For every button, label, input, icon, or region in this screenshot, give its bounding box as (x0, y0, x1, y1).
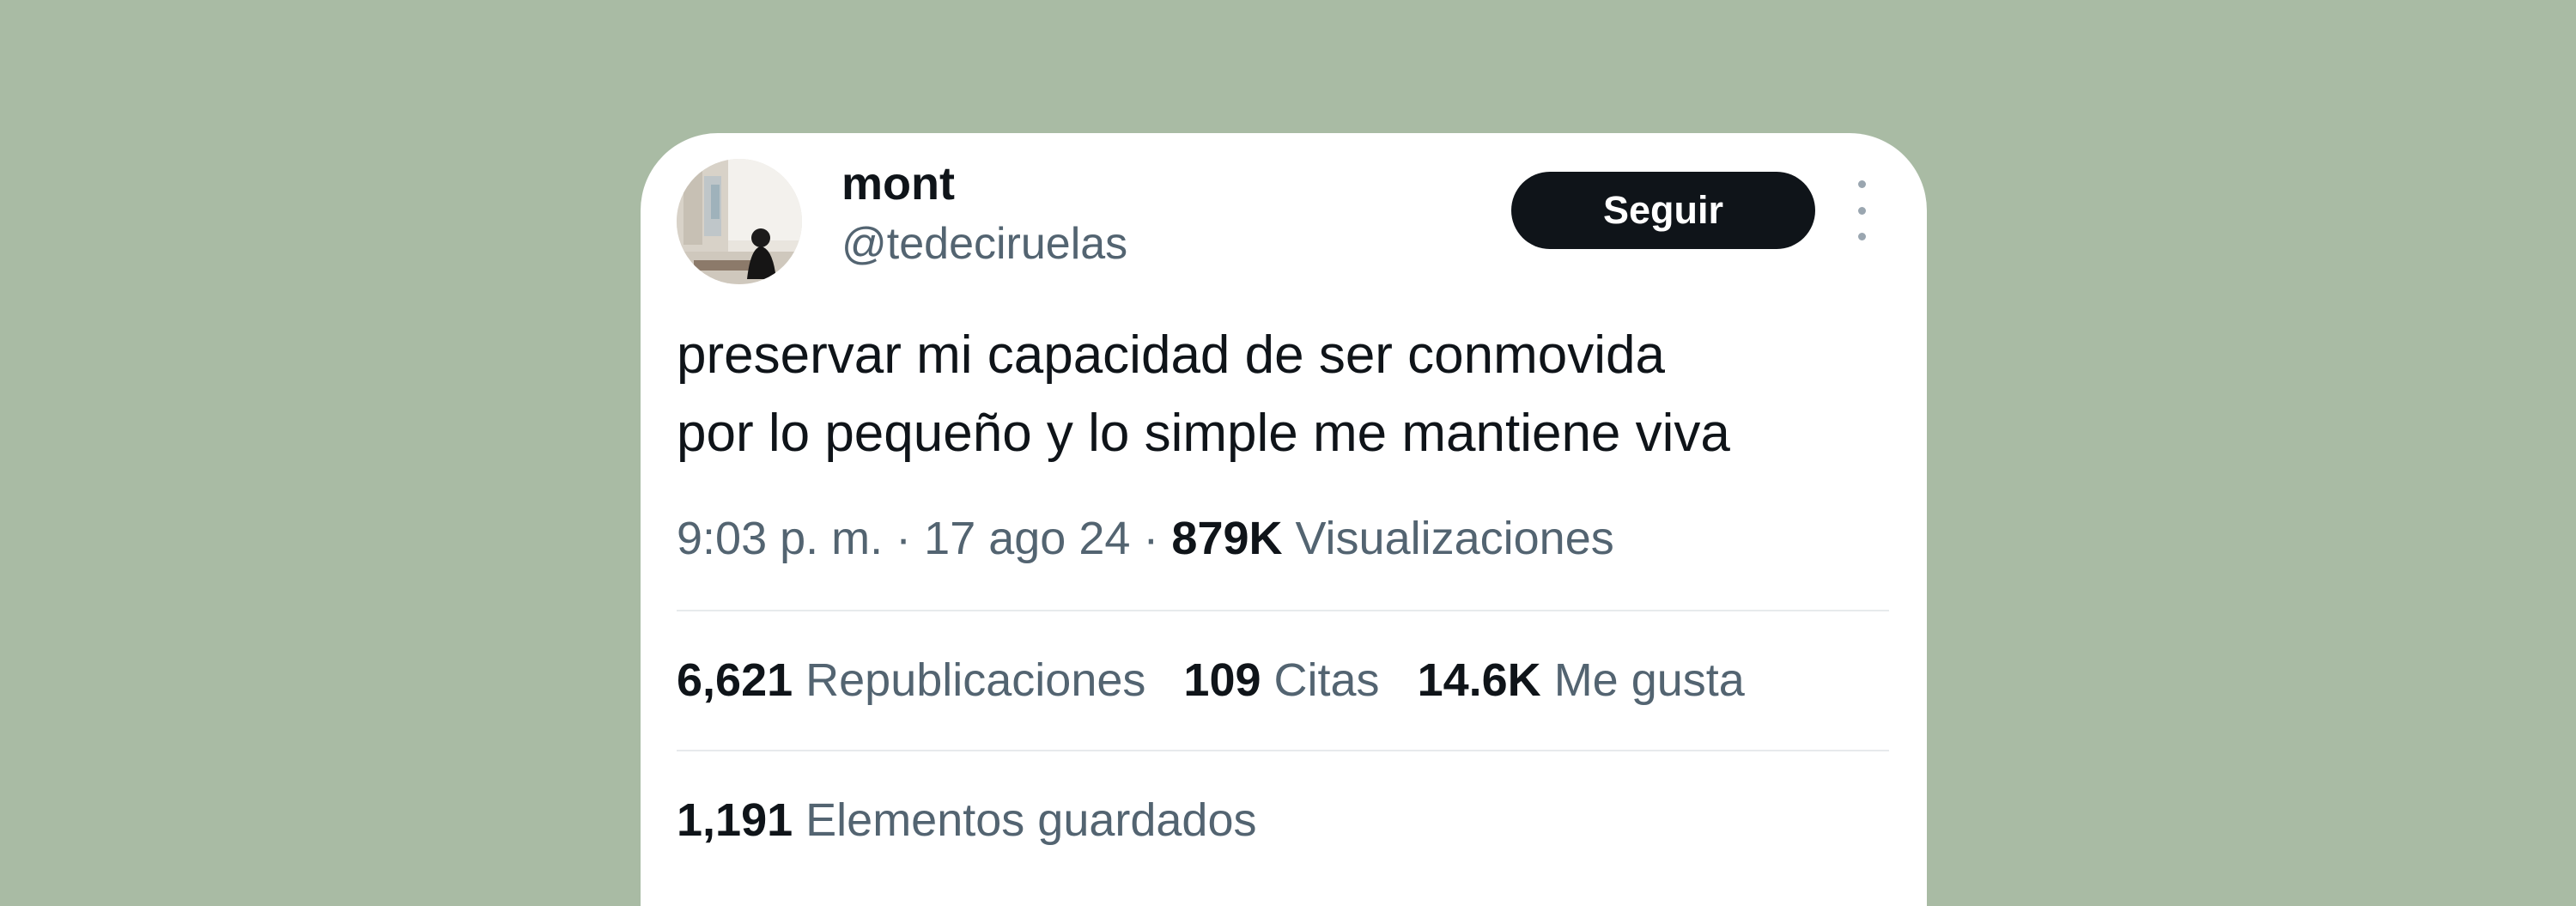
more-dot (1857, 233, 1866, 240)
reposts-label: Republicaciones (805, 654, 1146, 706)
quotes-stat[interactable]: 109 Citas (1183, 653, 1379, 708)
tweet-date[interactable]: 17 ago 24 (924, 513, 1130, 564)
more-vertical-icon[interactable] (1851, 180, 1872, 240)
tweet-text: preservar mi capacidad de ser conmovida … (677, 316, 1896, 472)
meta-separator: · (1143, 513, 1159, 564)
divider (677, 610, 1889, 611)
views-label: Visualizaciones (1295, 513, 1614, 564)
meta-separator: · (896, 513, 912, 564)
follow-button[interactable]: Seguir (1511, 172, 1815, 249)
more-dot (1857, 180, 1866, 188)
bookmarks-label: Elementos guardados (805, 794, 1257, 846)
avatar-photo (677, 159, 802, 284)
reposts-count: 6,621 (677, 654, 793, 706)
views-count: 879K (1171, 513, 1283, 564)
quotes-count: 109 (1183, 654, 1261, 706)
bookmarks-count: 1,191 (677, 794, 793, 846)
divider (677, 750, 1889, 751)
tweet-time[interactable]: 9:03 p. m. (677, 513, 883, 564)
author-handle[interactable]: @tedeciruelas (841, 219, 1127, 269)
tweet-card: mont @tedeciruelas Seguir preservar mi c… (641, 133, 1927, 906)
likes-label: Me gusta (1553, 654, 1745, 706)
reposts-stat[interactable]: 6,621 Republicaciones (677, 653, 1145, 708)
bookmarks-stat[interactable]: 1,191 Elementos guardados (677, 793, 1257, 848)
engagement-stats: 6,621 Republicaciones 109 Citas 14.6K Me… (677, 653, 1745, 708)
avatar[interactable] (677, 159, 802, 284)
quotes-label: Citas (1273, 654, 1380, 706)
likes-stat[interactable]: 14.6K Me gusta (1418, 653, 1745, 708)
likes-count: 14.6K (1417, 654, 1541, 706)
tweet-text-line: preservar mi capacidad de ser conmovida (677, 325, 1665, 385)
author-name[interactable]: mont (841, 158, 955, 210)
tweet-text-line: por lo pequeño y lo simple me mantiene v… (677, 404, 1730, 463)
tweet-meta: 9:03 p. m. · 17 ago 24 · 879K Visualizac… (677, 511, 1614, 567)
more-dot (1857, 206, 1866, 215)
